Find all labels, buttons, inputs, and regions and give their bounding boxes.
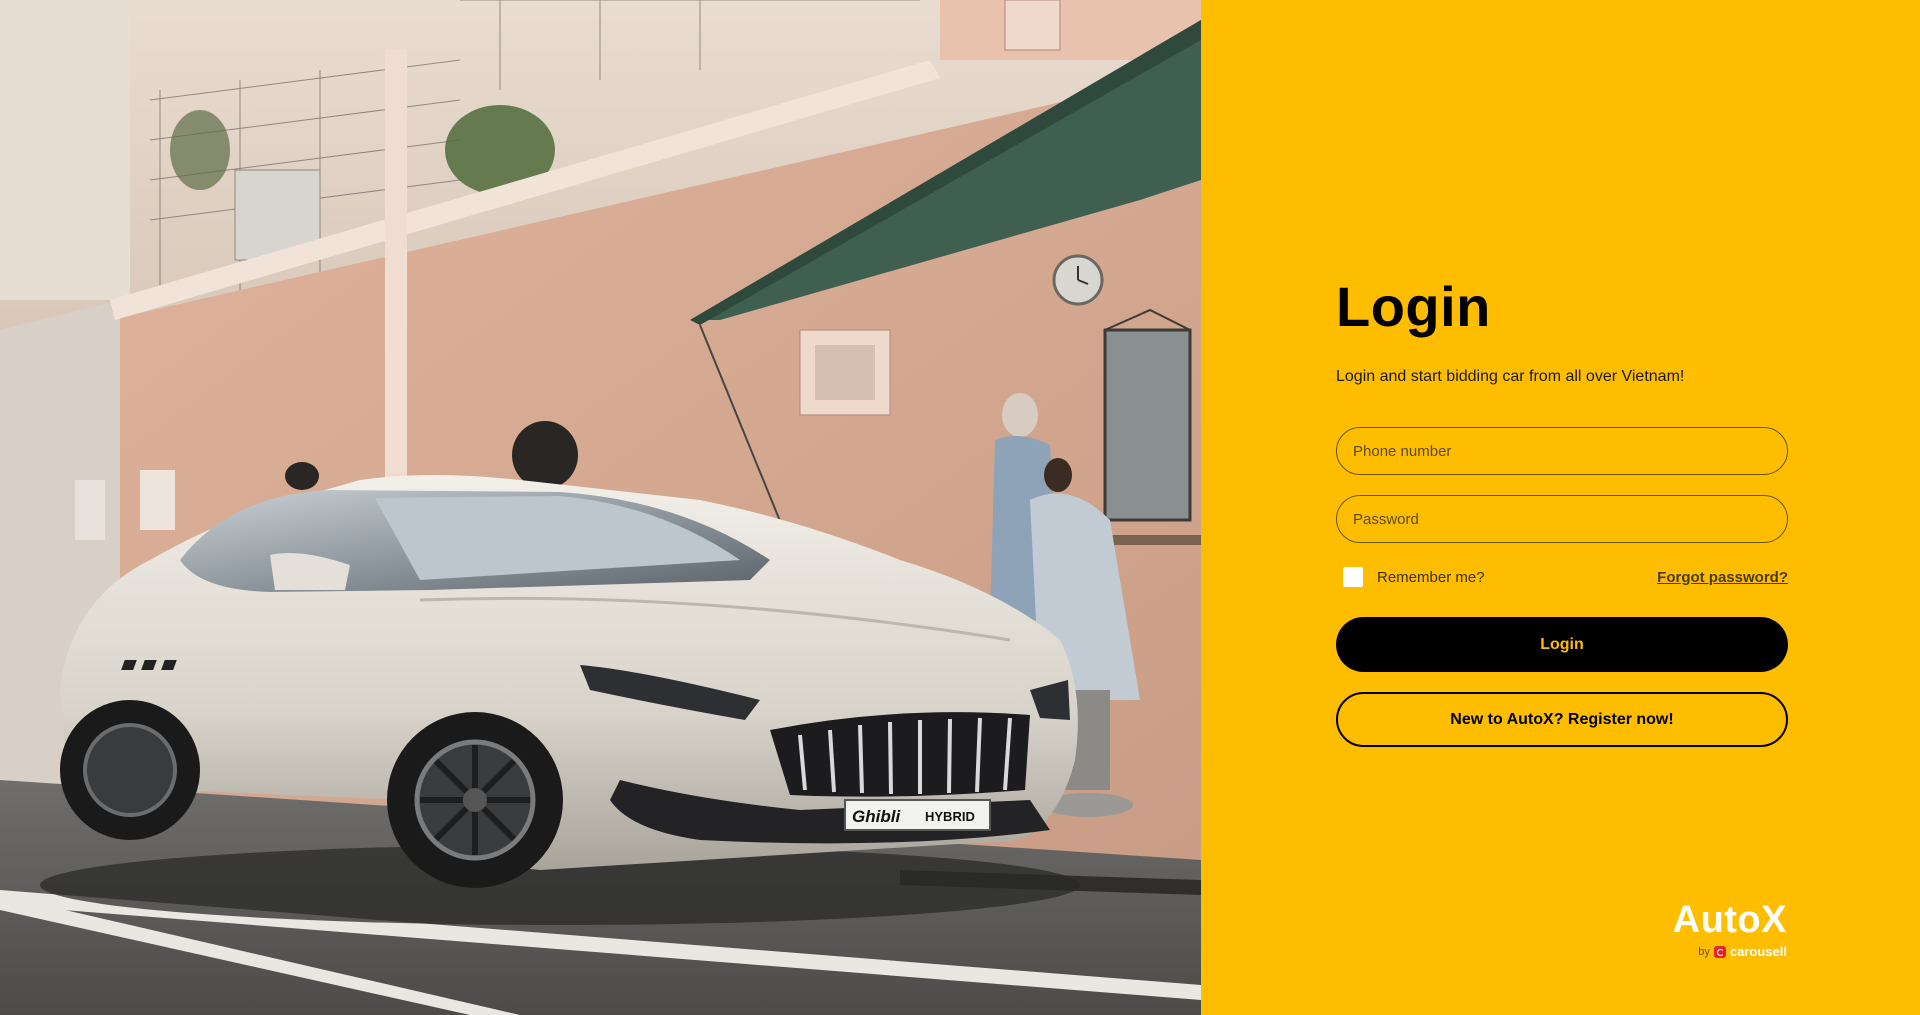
car-illustration: Ghibli HYBRID	[0, 0, 1201, 1015]
password-input[interactable]	[1336, 495, 1788, 543]
page-subtitle: Login and start bidding car from all ove…	[1336, 368, 1685, 385]
carousell-wordmark: carousell	[1729, 944, 1787, 959]
brand-by: by	[1698, 945, 1710, 958]
page-title: Login	[1336, 275, 1491, 338]
plate-model: Ghibli	[852, 807, 901, 826]
carousell-icon	[1713, 945, 1726, 958]
brand-name: AutoX	[1672, 899, 1787, 941]
hero-photo: Ghibli HYBRID	[0, 0, 1201, 1015]
login-panel: Login Login and start bidding car from a…	[1201, 0, 1920, 1015]
forgot-password-link[interactable]: Forgot password?	[1657, 569, 1788, 586]
login-form: Login Login and start bidding car from a…	[1336, 275, 1788, 747]
options-row: Remember me? Forgot password?	[1336, 565, 1788, 589]
autox-logo: AutoX by carousell	[1673, 900, 1787, 959]
remember-me-label: Remember me?	[1377, 568, 1485, 586]
brand-partner: by carousell	[1673, 944, 1787, 959]
register-button[interactable]: New to AutoX? Register now!	[1336, 692, 1788, 747]
remember-me-checkbox[interactable]	[1343, 567, 1363, 587]
remember-me[interactable]: Remember me?	[1336, 567, 1485, 587]
login-button[interactable]: Login	[1336, 617, 1788, 672]
plate-variant: HYBRID	[925, 809, 975, 824]
phone-number-input[interactable]	[1336, 427, 1788, 475]
